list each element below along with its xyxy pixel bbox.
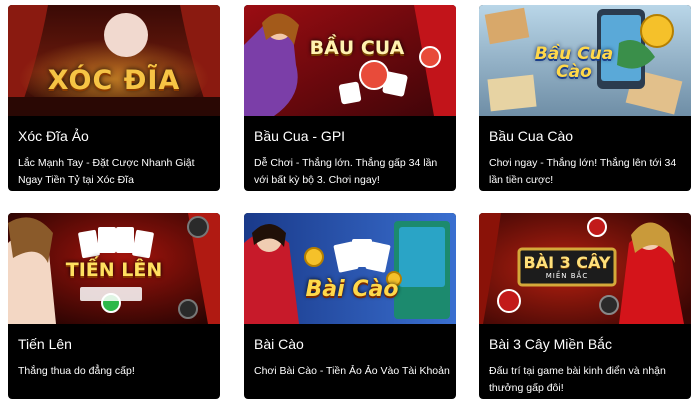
bau-cua-cao-banner[interactable]: Bầu Cua Cào <box>479 5 691 116</box>
game-title[interactable]: Bầu Cua - GPI <box>254 127 450 145</box>
game-card-bai-cao[interactable]: Bài Cào Bài Cào Chơi Bài Cào - Tiền Ảo Ả… <box>244 213 456 399</box>
game-description: Đấu trí tại game bài kinh điển và nhận t… <box>489 365 666 394</box>
game-title[interactable]: Xóc Đĩa Ảo <box>18 127 214 145</box>
game-card-xoc-dia[interactable]: XÓC ĐĨA Xóc Đĩa Ảo Lắc Mạnh Tay - Đặt Cư… <box>8 5 220 191</box>
game-title[interactable]: Bài 3 Cây Miền Bắc <box>489 335 685 353</box>
bai-3-cay-logo-sub: MIỀN BẮC <box>545 272 589 280</box>
xoc-dia-logo: XÓC ĐĨA <box>47 65 181 96</box>
game-description: Lắc Mạnh Tay - Đặt Cược Nhanh Giật Ngay … <box>18 157 195 186</box>
tien-len-logo: TIẾN LÊN <box>65 259 163 281</box>
game-title[interactable]: Bầu Cua Cào <box>489 127 685 145</box>
bai-cao-banner[interactable]: Bài Cào <box>244 213 456 324</box>
game-title[interactable]: Tiến Lên <box>18 335 214 353</box>
game-card-bai-3-cay[interactable]: BÀI 3 CÂY MIỀN BẮC Bài 3 Cây Miền Bắc Đấ… <box>479 213 691 399</box>
bai-cao-logo: Bài Cào <box>305 277 399 302</box>
game-description: Chơi ngay - Thắng lớn! Thắng lên tới 34 … <box>489 157 677 186</box>
game-description: Chơi Bài Cào - Tiền Ảo Ảo Vào Tài Khoản <box>254 365 450 377</box>
bai-3-cay-logo: BÀI 3 CÂY <box>523 253 611 272</box>
game-card-bau-cua-cao[interactable]: Bầu Cua Cào Bầu Cua Cào Chơi ngay - Thắn… <box>479 5 691 191</box>
game-title[interactable]: Bài Cào <box>254 335 450 353</box>
game-description: Thắng thua do đẳng cấp! <box>18 365 135 377</box>
bau-cua-gpi-banner[interactable]: BẦU CUA <box>244 5 456 116</box>
bau-cua-logo: BẦU CUA <box>309 37 405 59</box>
game-grid: XÓC ĐĨA Xóc Đĩa Ảo Lắc Mạnh Tay - Đặt Cư… <box>0 0 700 405</box>
game-card-tien-len[interactable]: TIẾN LÊN Tiến Lên Thắng thua do đẳng cấp… <box>8 213 220 399</box>
game-card-bau-cua-gpi[interactable]: BẦU CUA Bầu Cua - GPI Dễ Chơi - Thắng lớ… <box>244 5 456 191</box>
bau-cua-cao-logo: Bầu Cua Cào <box>534 44 614 82</box>
xoc-dia-banner[interactable]: XÓC ĐĨA <box>8 5 220 116</box>
bai-3-cay-banner[interactable]: BÀI 3 CÂY MIỀN BẮC <box>479 213 691 324</box>
game-description: Dễ Chơi - Thắng lớn. Thắng gấp 34 lần vớ… <box>254 157 438 186</box>
tien-len-banner[interactable]: TIẾN LÊN <box>8 213 220 324</box>
